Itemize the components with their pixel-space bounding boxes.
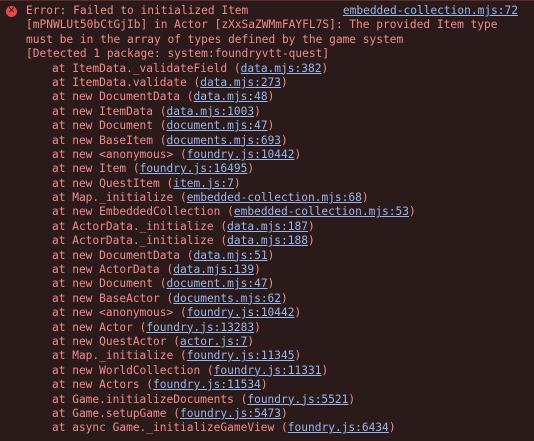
- stack-frame-source-link[interactable]: foundry.js:11331: [214, 364, 322, 377]
- stack-frame-function: at async Game._initializeGameView: [52, 421, 275, 435]
- stack-frame-function: at ItemData._validateField: [52, 61, 228, 75]
- stack-frame-source-link[interactable]: documents.mjs:62: [173, 292, 281, 305]
- stack-frame: at new EmbeddedCollection (embedded-coll…: [52, 205, 416, 219]
- stack-frame: at ItemData._validateField (data.mjs:382…: [52, 61, 329, 75]
- stack-frame-source-link[interactable]: item.js:7: [173, 177, 234, 190]
- stack-frame-source-link[interactable]: embedded-collection.mjs:53: [234, 205, 409, 218]
- error-detail-line: must be in the array of types defined by…: [26, 32, 404, 46]
- stack-frame: at new Actor (foundry.js:13283): [52, 320, 261, 334]
- stack-frame-source-link[interactable]: actor.js:7: [180, 335, 247, 348]
- stack-frame: at ItemData.validate (data.mjs:273): [52, 75, 288, 89]
- stack-frame-function: at new QuestActor: [52, 334, 167, 348]
- error-source-link[interactable]: embedded-collection.mjs:72: [343, 4, 518, 18]
- stack-frame-function: at ActorData._initialize: [52, 234, 214, 248]
- stack-frame-function: at new ItemData: [52, 104, 154, 118]
- stack-frame-source-link[interactable]: foundry.js:10442: [187, 306, 295, 319]
- stack-frame: at new Document (document.mjs:47): [52, 277, 275, 291]
- stack-frame-function: at new BaseItem: [52, 133, 154, 147]
- error-message[interactable]: ✕ embedded-collection.mjs:72 Error: Fail…: [0, 1, 534, 62]
- console-panel: ✕ embedded-collection.mjs:72 Error: Fail…: [0, 0, 534, 441]
- stack-frame-function: at new QuestItem: [52, 176, 160, 190]
- stack-frame: at Map._initialize (foundry.js:11345): [52, 349, 302, 363]
- stack-frame-function: at new DocumentData: [52, 90, 180, 104]
- stack-frame-source-link[interactable]: foundry.js:11345: [187, 349, 295, 362]
- stack-frame: at new QuestItem (item.js:7): [52, 176, 241, 190]
- stack-frame: at new <anonymous> (foundry.js:10442): [52, 306, 302, 320]
- stack-frame-source-link[interactable]: document.mjs:47: [167, 277, 268, 290]
- stack-frame: at new DocumentData (data.mjs:51): [52, 248, 275, 262]
- stack-frame-function: at new Document: [52, 119, 154, 133]
- stack-frame-source-link[interactable]: foundry.js:11534: [153, 378, 261, 391]
- stack-frame: at new DocumentData (data.mjs:48): [52, 90, 275, 104]
- stack-frame: at Map._initialize (embedded-collection.…: [52, 191, 369, 205]
- stack-frame-function: at ActorData._initialize: [52, 219, 214, 233]
- stack-frame: at new <anonymous> (foundry.js:10442): [52, 147, 302, 161]
- stack-frame: at new ActorData (data.mjs:139): [52, 263, 261, 277]
- stack-frame: at new ItemData (data.mjs:1003): [52, 104, 261, 118]
- stack-frame: at async Game._initializeGameView (found…: [52, 421, 396, 435]
- stack-frame-source-link[interactable]: data.mjs:273: [200, 76, 281, 89]
- stack-frame: at new BaseActor (documents.mjs:62): [52, 291, 288, 305]
- stack-frame-function: at new EmbeddedCollection: [52, 205, 221, 219]
- stack-frame: at new Document (document.mjs:47): [52, 119, 275, 133]
- stack-frame-function: at new <anonymous>: [52, 147, 174, 161]
- error-detail-line: [Detected 1 package: system:foundryvtt-q…: [26, 47, 330, 61]
- stack-frame-function: at Game.initializeDocuments: [52, 392, 234, 406]
- stack-trace: at ItemData._validateField (data.mjs:382…: [0, 62, 534, 436]
- stack-frame-source-link[interactable]: foundry.js:6434: [288, 421, 389, 434]
- stack-frame: at Game.setupGame (foundry.js:5473): [52, 406, 288, 420]
- stack-frame-source-link[interactable]: documents.mjs:693: [167, 134, 282, 147]
- stack-frame-source-link[interactable]: data.mjs:1003: [167, 105, 255, 118]
- stack-frame-function: at Map._initialize: [52, 349, 174, 363]
- stack-frame-function: at new DocumentData: [52, 248, 180, 262]
- stack-frame-function: at ItemData.validate: [52, 75, 187, 89]
- stack-frame-source-link[interactable]: data.mjs:188: [227, 234, 308, 247]
- stack-frame-source-link[interactable]: document.mjs:47: [167, 119, 268, 132]
- stack-frame-function: at Game.setupGame: [52, 406, 167, 420]
- error-detail-line: [mPNWLUt50bCtGjIb] in Actor [zXxSaZWMmFA…: [26, 18, 498, 32]
- stack-frame-function: at new Actor: [52, 320, 133, 334]
- stack-frame: at new Item (foundry.js:16495): [52, 162, 255, 176]
- stack-frame-source-link[interactable]: foundry.js:5521: [247, 393, 348, 406]
- stack-frame-source-link[interactable]: foundry.js:16495: [140, 162, 248, 175]
- stack-frame-function: at new ActorData: [52, 263, 160, 277]
- stack-frame-function: at new Document: [52, 277, 154, 291]
- error-circle-icon: ✕: [6, 6, 17, 17]
- stack-frame: at ActorData._initialize (data.mjs:188): [52, 234, 315, 248]
- stack-frame-function: at new BaseActor: [52, 291, 160, 305]
- stack-frame-source-link[interactable]: data.mjs:48: [193, 90, 267, 103]
- stack-frame-source-link[interactable]: foundry.js:5473: [180, 407, 281, 420]
- stack-frame-source-link[interactable]: data.mjs:51: [193, 249, 267, 262]
- stack-frame-function: at new <anonymous>: [52, 306, 174, 320]
- stack-frame-function: at Map._initialize: [52, 191, 174, 205]
- stack-frame: at new Actors (foundry.js:11534): [52, 378, 268, 392]
- stack-frame-source-link[interactable]: data.mjs:382: [241, 62, 322, 75]
- stack-frame-function: at new WorldCollection: [52, 363, 201, 377]
- stack-frame-function: at new Actors: [52, 378, 140, 392]
- stack-frame-source-link[interactable]: foundry.js:10442: [187, 148, 295, 161]
- stack-frame-source-link[interactable]: data.mjs:187: [227, 220, 308, 233]
- stack-frame: at Game.initializeDocuments (foundry.js:…: [52, 392, 356, 406]
- stack-frame-source-link[interactable]: foundry.js:13283: [146, 321, 254, 334]
- stack-frame: at ActorData._initialize (data.mjs:187): [52, 219, 315, 233]
- stack-frame-function: at new Item: [52, 162, 127, 176]
- stack-frame-source-link[interactable]: data.mjs:139: [173, 263, 254, 276]
- stack-frame-source-link[interactable]: embedded-collection.mjs:68: [187, 191, 362, 204]
- stack-frame: at new WorldCollection (foundry.js:11331…: [52, 363, 329, 377]
- stack-frame: at new BaseItem (documents.mjs:693): [52, 133, 288, 147]
- stack-frame: at new QuestActor (actor.js:7): [52, 334, 255, 348]
